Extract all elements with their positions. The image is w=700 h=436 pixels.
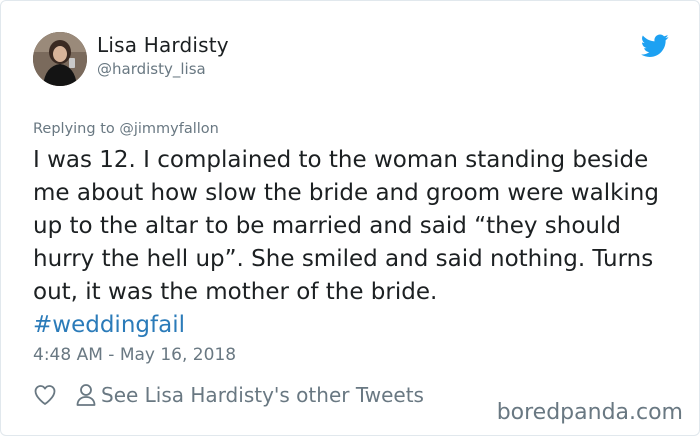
tweet-timestamp[interactable]: 4:48 AM - May 16, 2018	[33, 345, 236, 365]
watermark: boredpanda.com	[496, 400, 683, 425]
hashtag-link[interactable]: #weddingfail	[33, 309, 673, 342]
see-other-tweets-link[interactable]: See Lisa Hardisty's other Tweets	[101, 383, 424, 407]
display-name[interactable]: Lisa Hardisty	[97, 33, 229, 57]
tweet-body: I was 12. I complained to the woman stan…	[33, 144, 673, 342]
heart-icon[interactable]	[33, 383, 57, 407]
reply-mention-link[interactable]: @jimmyfallon	[119, 121, 219, 137]
twitter-bird-icon[interactable]	[641, 34, 669, 58]
avatar-photo	[33, 32, 87, 86]
tweet-actions: See Lisa Hardisty's other Tweets	[33, 381, 424, 409]
tweet-text: I was 12. I complained to the woman stan…	[33, 147, 659, 305]
reply-prefix: Replying to	[33, 121, 115, 137]
user-handle[interactable]: @hardisty_lisa	[97, 60, 206, 78]
person-icon	[76, 384, 96, 406]
reply-context: Replying to @jimmyfallon	[33, 121, 219, 137]
avatar[interactable]	[33, 32, 87, 86]
tweet-card: Lisa Hardisty @hardisty_lisa Replying to…	[0, 0, 700, 436]
